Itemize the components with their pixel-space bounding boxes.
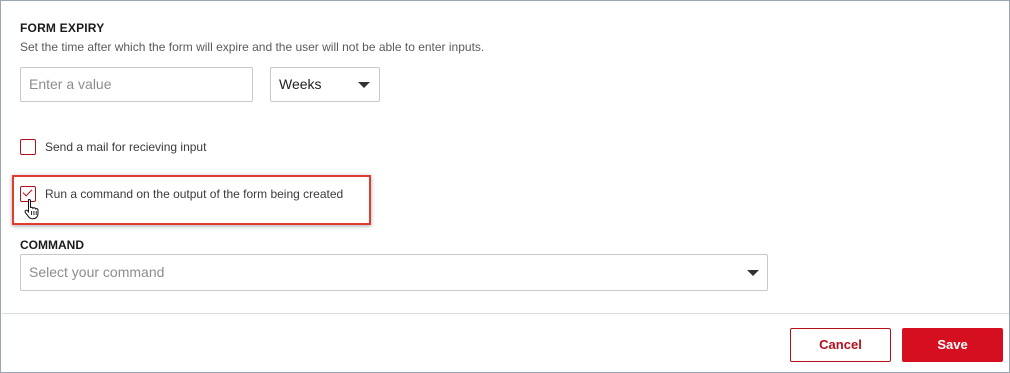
command-title: COMMAND xyxy=(20,238,84,252)
send-mail-label: Send a mail for recieving input xyxy=(45,140,207,154)
expiry-unit-select[interactable]: Weeks xyxy=(270,67,380,102)
form-expiry-panel: FORM EXPIRY Set the time after which the… xyxy=(0,0,1010,373)
expiry-value-input[interactable]: Enter a value xyxy=(20,67,253,102)
form-expiry-title: FORM EXPIRY xyxy=(20,21,105,35)
expiry-unit-selected: Weeks xyxy=(279,76,322,92)
send-mail-option[interactable]: Send a mail for recieving input xyxy=(20,139,206,155)
hand-pointer-icon xyxy=(24,198,39,220)
caret-down-icon xyxy=(358,82,370,88)
highlight-box xyxy=(12,175,371,225)
cancel-button[interactable]: Cancel xyxy=(790,328,891,362)
form-expiry-description: Set the time after which the form will e… xyxy=(20,40,485,54)
expiry-value-placeholder: Enter a value xyxy=(29,76,112,92)
save-button[interactable]: Save xyxy=(902,328,1003,362)
send-mail-checkbox[interactable] xyxy=(20,139,36,155)
caret-down-icon xyxy=(747,270,759,276)
command-select-placeholder: Select your command xyxy=(29,264,165,280)
footer-divider xyxy=(2,313,1009,314)
command-select[interactable]: Select your command xyxy=(20,254,768,291)
